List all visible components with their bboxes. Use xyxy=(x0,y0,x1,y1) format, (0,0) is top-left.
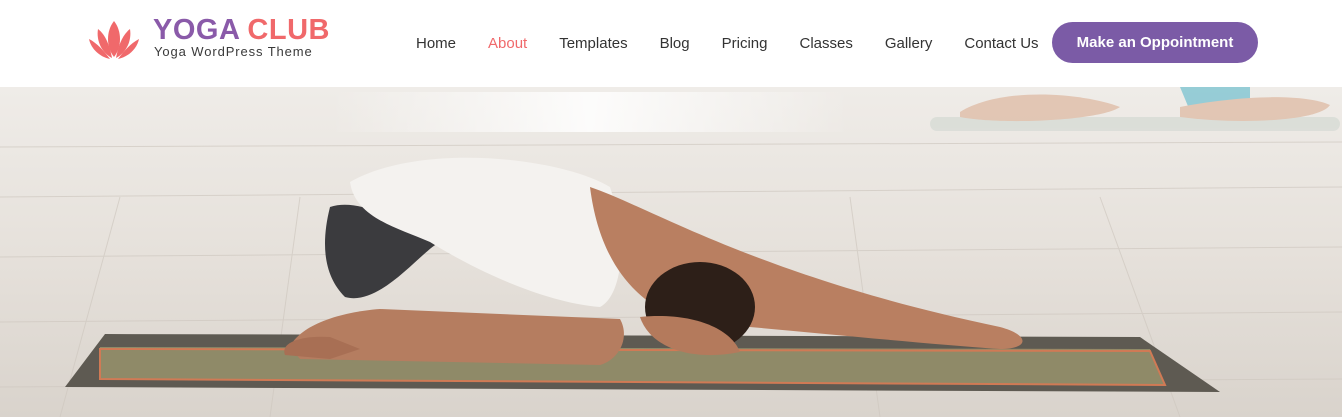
nav-item-blog[interactable]: Blog xyxy=(660,35,690,52)
nav-item-contact-us[interactable]: Contact Us xyxy=(964,35,1038,52)
nav-item-about[interactable]: About xyxy=(488,35,527,52)
make-appointment-button[interactable]: Make an Oppointment xyxy=(1052,22,1258,63)
site-header: YOGA CLUB Yoga WordPress Theme Home About… xyxy=(0,0,1342,87)
nav-item-gallery[interactable]: Gallery xyxy=(885,35,933,52)
nav-item-home[interactable]: Home xyxy=(416,35,456,52)
yoga-pose-photo xyxy=(0,87,1342,417)
nav-item-pricing[interactable]: Pricing xyxy=(722,35,768,52)
lotus-icon xyxy=(89,21,139,59)
brand-title-yoga: YOGA xyxy=(153,14,241,46)
brand-title-club: CLUB xyxy=(247,14,330,46)
brand-title: YOGA CLUB xyxy=(153,14,330,46)
nav-item-templates[interactable]: Templates xyxy=(559,35,627,52)
hero-image xyxy=(0,87,1342,417)
nav-item-classes[interactable]: Classes xyxy=(799,35,852,52)
site-logo[interactable]: YOGA CLUB Yoga WordPress Theme xyxy=(88,14,330,64)
brand-tagline: Yoga WordPress Theme xyxy=(154,44,313,59)
main-nav: Home About Templates Blog Pricing Classe… xyxy=(400,0,1055,87)
